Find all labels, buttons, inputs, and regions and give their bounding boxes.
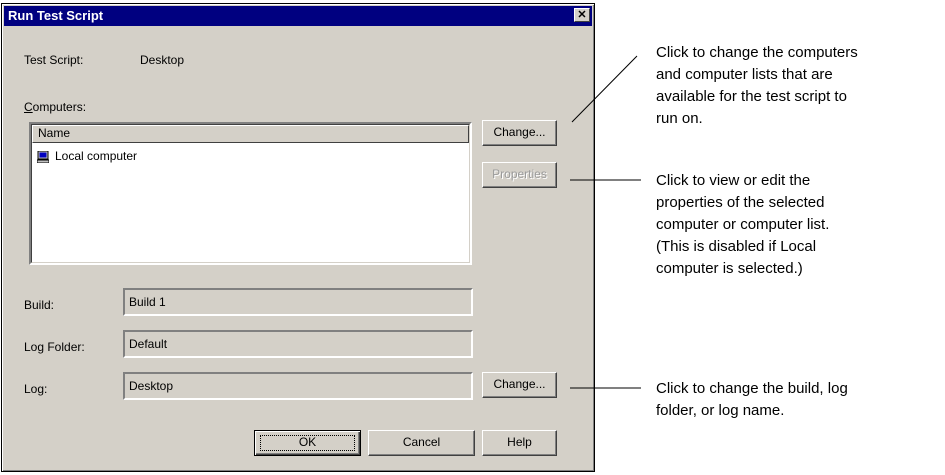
- callout-properties: Click to view or edit the properties of …: [656, 172, 830, 277]
- callout-line-change-computers: [571, 55, 638, 123]
- callout-change-computers: Click to change the computers and comput…: [656, 44, 858, 127]
- callout-change-log: Click to change the build, log folder, o…: [656, 380, 848, 419]
